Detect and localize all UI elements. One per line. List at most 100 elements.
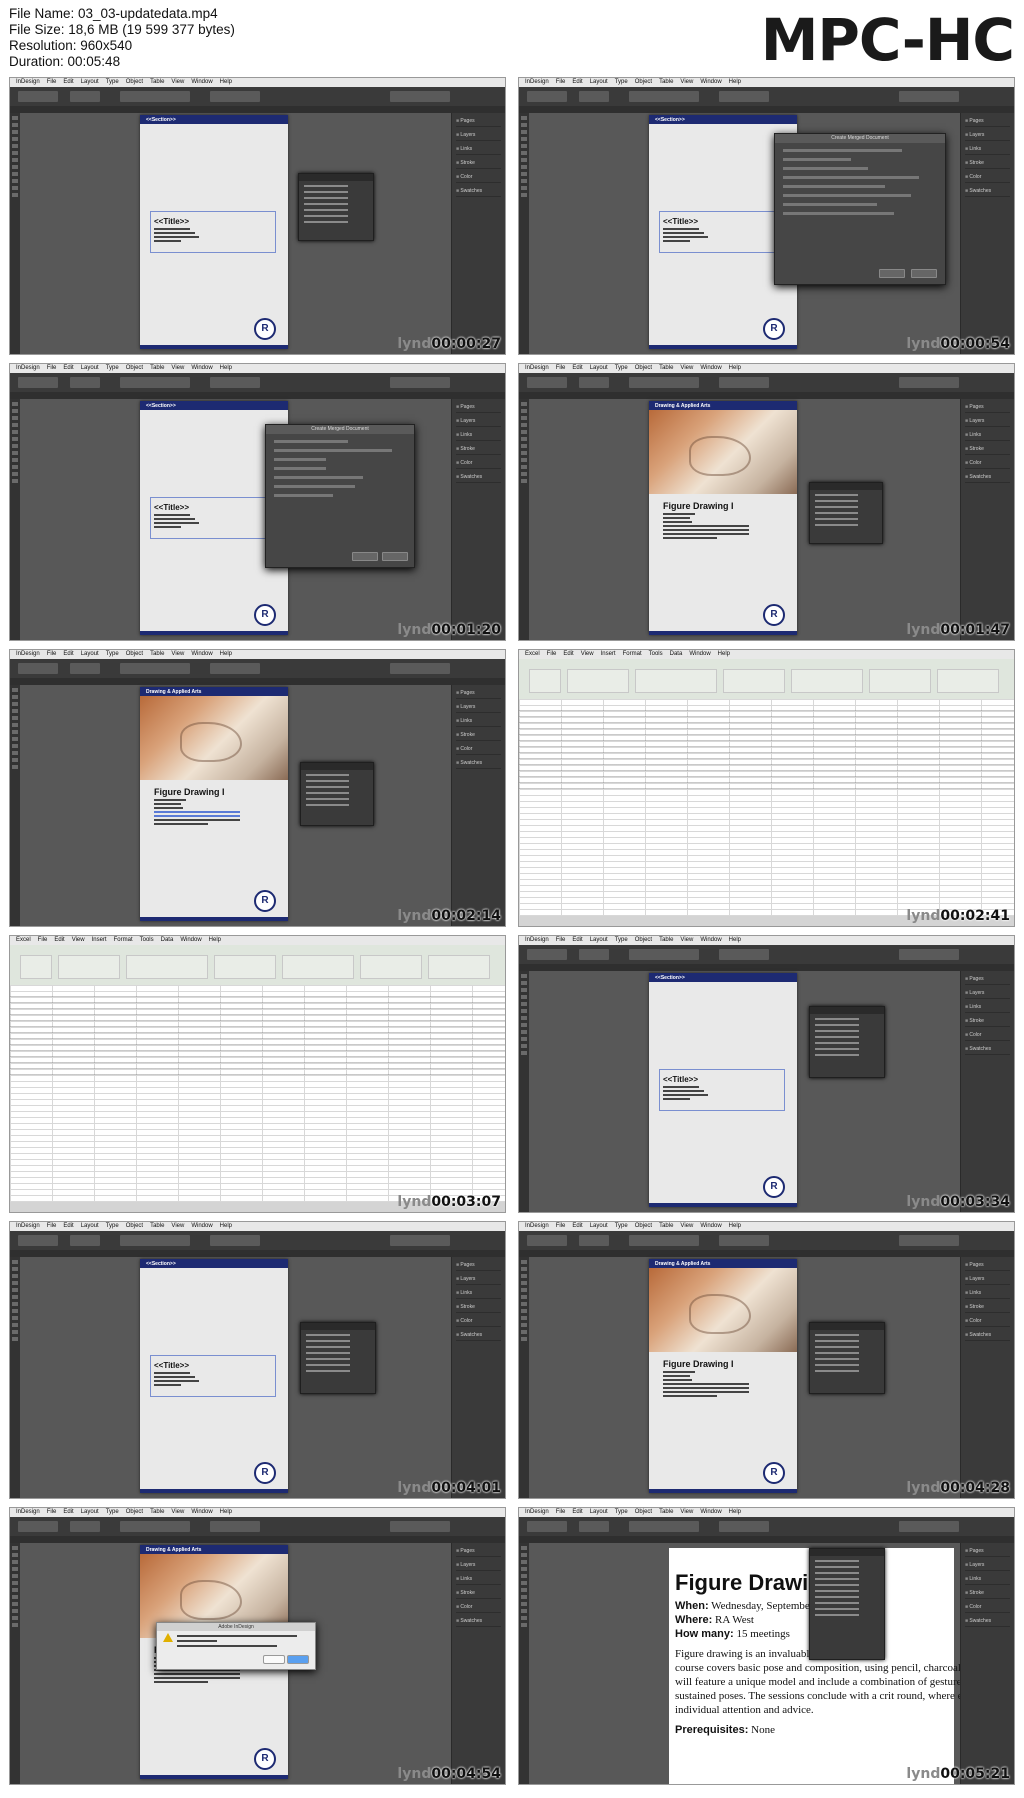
document-tabs xyxy=(519,1250,1014,1257)
links-panel[interactable] xyxy=(809,482,883,544)
thumbnail-grid: InDesign File Edit Layout Type Object Table Vie… xyxy=(9,77,1015,1793)
right-panels: PagesLayersLinksStrokeColorSwatches xyxy=(960,113,1014,354)
control-bar xyxy=(10,1231,505,1251)
control-bar xyxy=(10,1517,505,1537)
tools-panel xyxy=(10,1257,20,1498)
menubar: InDesign File Edit Layout Type Object Table Vie… xyxy=(519,78,1014,87)
merged-page: Drawing & Applied Arts Figure Drawing I … xyxy=(649,1259,797,1493)
cancel-button[interactable] xyxy=(263,1655,285,1664)
title-placeholder: <<Title>> xyxy=(663,217,698,226)
thumbnail-7[interactable]: Excel File Edit View Insert Format Tools Data Wi… xyxy=(9,935,506,1213)
section-placeholder: <<Section>> xyxy=(655,117,685,123)
course-title: Figure Drawing I xyxy=(663,501,734,511)
figure-drawing-image xyxy=(140,696,288,780)
tools-panel xyxy=(10,399,20,640)
excel-window xyxy=(519,659,1014,926)
merge-dialog[interactable]: Create Merged Document xyxy=(774,133,946,285)
seal-logo: R xyxy=(763,1176,785,1198)
merged-page: Drawing & Applied Arts Figure Drawing I … xyxy=(140,687,288,921)
document-tabs xyxy=(10,392,505,399)
menubar: InDesign File Edit Layout Type Object Table Vie… xyxy=(519,1508,1014,1517)
menubar: InDesign File Edit Layout Type Object Table Vie… xyxy=(10,78,505,87)
control-bar xyxy=(10,659,505,679)
tools-panel xyxy=(519,113,529,354)
merge-dialog[interactable]: Create Merged Document xyxy=(265,424,415,568)
links-panel[interactable] xyxy=(300,762,374,826)
figure-drawing-image xyxy=(649,1268,797,1352)
control-bar xyxy=(519,87,1014,107)
spreadsheet[interactable] xyxy=(10,985,505,1202)
data-merge-panel[interactable] xyxy=(809,1322,885,1394)
ok-button[interactable] xyxy=(382,552,408,561)
seal-logo: R xyxy=(254,1748,276,1770)
thumbnail-9[interactable]: InDesign File Edit Layout Type Object Table Vie… xyxy=(9,1221,506,1499)
title-placeholder: <<Title>> xyxy=(663,1075,698,1084)
thumbnail-1[interactable]: InDesign File Edit Layout Type Object Table Vie… xyxy=(9,77,506,355)
control-bar xyxy=(10,373,505,393)
tools-panel xyxy=(10,1543,20,1784)
ok-button[interactable] xyxy=(287,1655,309,1664)
ok-button[interactable] xyxy=(911,269,937,278)
data-merge-panel[interactable] xyxy=(298,173,374,241)
tools-panel xyxy=(519,399,529,640)
excel-window xyxy=(10,945,505,1212)
data-merge-panel[interactable] xyxy=(809,1548,885,1660)
course-title: Figure Drawing I xyxy=(663,1359,734,1369)
duration-label: Duration: 00:05:48 xyxy=(9,54,121,69)
thumbnail-11[interactable]: InDesign File Edit Layout Type Object Table Vie… xyxy=(9,1507,506,1785)
cancel-button[interactable] xyxy=(352,552,378,561)
document-tabs xyxy=(519,392,1014,399)
right-panels: PagesLayersLinksStrokeColorSwatches xyxy=(451,1257,505,1498)
tools-panel xyxy=(10,113,20,354)
control-bar xyxy=(10,87,505,107)
document-tabs xyxy=(10,1250,505,1257)
title-placeholder: <<Title>> xyxy=(154,1361,189,1370)
timestamp: lynd00:00:54 xyxy=(906,336,1010,352)
seal-logo: R xyxy=(763,318,785,340)
tools-panel xyxy=(519,1257,529,1498)
thumbnail-2[interactable]: InDesign File Edit Layout Type Object Table Vie… xyxy=(518,77,1015,355)
menubar: InDesign File Edit Layout Type Object Table Vie… xyxy=(10,364,505,373)
thumbnail-8[interactable]: InDesign File Edit Layout Type Object Table Vie… xyxy=(518,935,1015,1213)
figure-drawing-image xyxy=(649,410,797,494)
banner-text: Drawing & Applied Arts xyxy=(146,689,202,695)
alert-dialog[interactable]: Adobe InDesign xyxy=(156,1622,316,1670)
tools-panel xyxy=(519,971,529,1212)
banner-text: Drawing & Applied Arts xyxy=(146,1547,202,1553)
excel-ribbon xyxy=(10,945,505,986)
thumbnail-3[interactable]: InDesign File Edit Layout Type Object Table Vie… xyxy=(9,363,506,641)
thumbnail-12[interactable]: InDesign File Edit Layout Type Object Table Vie… xyxy=(518,1507,1015,1785)
file-size-label: File Size: 18,6 MB (19 599 377 bytes) xyxy=(9,22,235,37)
menubar: Excel File Edit View Insert Format Tools Data Wi… xyxy=(10,936,505,945)
document-tabs xyxy=(519,106,1014,113)
right-panels: PagesLayersLinksStrokeColorSwatches xyxy=(960,971,1014,1212)
seal-logo: R xyxy=(254,318,276,340)
seal-logo: R xyxy=(254,1462,276,1484)
right-panels: PagesLayersLinksStrokeColorSwatches xyxy=(451,685,505,926)
template-page: <<Section>> <<Title>> R xyxy=(649,973,797,1207)
control-bar xyxy=(519,945,1014,965)
cancel-button[interactable] xyxy=(879,269,905,278)
menubar: InDesign File Edit Layout Type Object Table Vie… xyxy=(519,364,1014,373)
data-merge-panel[interactable] xyxy=(300,1322,376,1394)
thumbnail-10[interactable]: InDesign File Edit Layout Type Object Table Vie… xyxy=(518,1221,1015,1499)
data-merge-panel[interactable] xyxy=(809,1006,885,1078)
thumbnail-5[interactable]: InDesign File Edit Layout Type Object Table Vie… xyxy=(9,649,506,927)
thumbnail-4[interactable]: InDesign File Edit Layout Type Object Table Vie… xyxy=(518,363,1015,641)
timestamp: lynd00:01:20 xyxy=(397,622,501,638)
resolution-label: Resolution: 960x540 xyxy=(9,38,133,53)
warning-icon xyxy=(163,1633,173,1642)
dialog-title: Create Merged Document xyxy=(775,134,945,143)
timestamp: lynd00:03:34 xyxy=(906,1194,1010,1210)
control-bar xyxy=(519,373,1014,393)
seal-logo: R xyxy=(763,1462,785,1484)
section-placeholder: <<Section>> xyxy=(655,975,685,981)
spreadsheet[interactable] xyxy=(519,699,1014,916)
right-panels: PagesLayersLinksStrokeColorSwatches xyxy=(960,1543,1014,1784)
section-placeholder: <<Section>> xyxy=(146,1261,176,1267)
thumbnail-6[interactable]: Excel File Edit View Insert Format Tools Data Wi… xyxy=(518,649,1015,927)
menubar: InDesign File Edit Layout Type Object Table Vie… xyxy=(519,1222,1014,1231)
timestamp: lynd00:04:01 xyxy=(397,1480,501,1496)
menubar: InDesign File Edit Layout Type Object Table Vie… xyxy=(10,1222,505,1231)
control-bar xyxy=(519,1517,1014,1537)
